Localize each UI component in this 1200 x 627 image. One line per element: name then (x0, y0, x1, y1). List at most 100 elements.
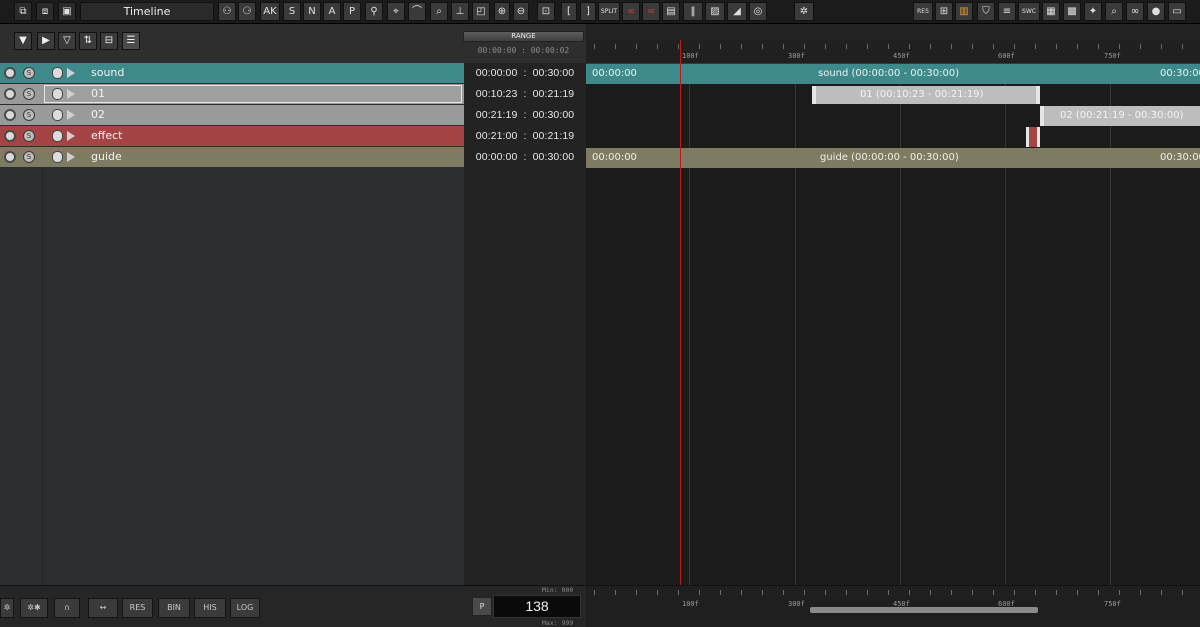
range-in[interactable]: 00:21:19 (476, 109, 518, 121)
track-range-01[interactable]: 00:10:23 : 00:21:19 (464, 84, 586, 104)
s-button[interactable]: S (283, 2, 301, 21)
hierarchy-icon[interactable]: ⊟ (100, 32, 118, 50)
record-icon[interactable]: ◎ (749, 2, 767, 21)
preview-icon[interactable] (67, 89, 75, 99)
film-b-icon[interactable]: ▩ (1063, 2, 1081, 21)
p-button[interactable]: P (343, 2, 361, 21)
track-name[interactable]: 02 (91, 108, 105, 121)
range-in[interactable]: 00:21:00 (476, 130, 518, 142)
fade-icon[interactable]: ◢ (727, 2, 747, 21)
lock-icon[interactable] (52, 67, 63, 79)
range-in[interactable]: 00:10:23 (476, 88, 518, 100)
star-icon[interactable]: ✦ (1084, 2, 1102, 21)
gear-icon[interactable]: ✲ (794, 2, 814, 21)
range-out[interactable]: 00:21:19 (533, 88, 575, 100)
track-row-sound[interactable]: S sound (0, 63, 464, 83)
current-frame-display[interactable]: 138 (493, 595, 581, 618)
lasso-icon[interactable]: ⌒ (408, 2, 426, 21)
split-button[interactable]: SPLIT (598, 2, 620, 21)
preview-icon[interactable] (67, 110, 75, 120)
track-range-02[interactable]: 00:21:19 : 00:30:00 (464, 105, 586, 125)
collapse-all-icon[interactable]: ▼ (14, 32, 32, 50)
pin-icon[interactable]: ⚲ (365, 2, 383, 21)
clip-effect[interactable] (1026, 127, 1040, 147)
swc-button[interactable]: SWC (1018, 2, 1040, 21)
sphere-icon[interactable]: ● (1147, 2, 1165, 21)
track-name[interactable]: sound (91, 66, 124, 79)
bracket-open-button[interactable]: [ (561, 2, 577, 21)
n-button[interactable]: N (303, 2, 321, 21)
timeline-area[interactable]: 100f 300f 450f 600f 750f 00:00:00 sound (00:… (586, 40, 1200, 585)
timeline-scrollbar[interactable] (810, 607, 1038, 613)
fit-icon[interactable]: ⊡ (537, 2, 555, 21)
pen-icon[interactable]: ⊥ (451, 2, 469, 21)
onion-skin-b-icon[interactable]: ⚆ (238, 2, 256, 21)
log-button[interactable]: LOG (230, 598, 260, 618)
key-icon[interactable]: ⌖ (387, 2, 405, 21)
track-row-02[interactable]: S 02 (0, 105, 464, 125)
window-c-icon[interactable]: ▣ (58, 2, 76, 21)
solo-icon[interactable]: S (23, 88, 35, 100)
solo-icon[interactable]: S (23, 130, 35, 142)
track-name[interactable]: effect (91, 129, 122, 142)
solo-icon[interactable]: S (23, 151, 35, 163)
hatch-icon[interactable]: ▨ (705, 2, 725, 21)
zoom-icon[interactable]: ⌕ (430, 2, 448, 21)
visibility-icon[interactable] (4, 130, 16, 142)
visibility-icon[interactable] (4, 88, 16, 100)
remove-icon[interactable]: ⊖ (513, 2, 529, 21)
shield-icon[interactable]: ⛉ (977, 2, 995, 21)
window-a-icon[interactable]: ⧉ (14, 2, 32, 21)
track-name[interactable]: 01 (91, 87, 105, 100)
visibility-icon[interactable] (4, 151, 16, 163)
visibility-icon[interactable] (4, 109, 16, 121)
range-button[interactable]: RANGE (463, 31, 584, 42)
a-button[interactable]: A (323, 2, 341, 21)
solo-icon[interactable]: S (23, 109, 35, 121)
settings-icon[interactable]: ✲ (0, 598, 14, 618)
loop-red-b-icon[interactable]: ∞ (642, 2, 660, 21)
magnet-icon[interactable]: ∩ (54, 598, 80, 618)
track-row-01[interactable]: S 01 (0, 84, 464, 104)
list-icon[interactable]: ☰ (122, 32, 140, 50)
search-icon[interactable]: ⌕ (1105, 2, 1123, 21)
clip-guide[interactable]: 00:00:00 guide (00:00:00 - 00:30:00) 00:… (586, 148, 1200, 168)
arrows-icon[interactable]: ↔ (88, 598, 118, 618)
layout-icon[interactable]: ⊞ (935, 2, 953, 21)
grid-icon[interactable]: ▦ (1042, 2, 1060, 21)
his-button[interactable]: HIS (194, 598, 226, 618)
clip-sound[interactable]: 00:00:00 sound (00:00:00 - 00:30:00) 00:… (586, 64, 1200, 84)
track-range-effect[interactable]: 00:21:00 : 00:21:19 (464, 126, 586, 146)
range-in[interactable]: 00:00:00 (476, 67, 518, 79)
lock-icon[interactable] (52, 130, 63, 142)
collapse-icon[interactable]: ▽ (58, 32, 76, 50)
film-icon[interactable]: ▤ (662, 2, 680, 21)
solo-icon[interactable]: S (23, 67, 35, 79)
onion-skin-icon[interactable]: ⚇ (218, 2, 236, 21)
track-range-guide[interactable]: 00:00:00 : 00:30:00 (464, 147, 586, 167)
window-b-icon[interactable]: ⧈ (36, 2, 54, 21)
range-in[interactable]: 00:00:00 (476, 151, 518, 163)
play-icon[interactable]: ▶ (37, 32, 55, 50)
track-row-guide[interactable]: S guide (0, 147, 464, 167)
sort-icon[interactable]: ⇅ (79, 32, 97, 50)
visibility-icon[interactable] (4, 67, 16, 79)
preview-icon[interactable] (67, 131, 75, 141)
lock-icon[interactable] (52, 109, 63, 121)
bracket-close-button[interactable]: ] (580, 2, 596, 21)
window-d-icon[interactable]: ▭ (1168, 2, 1186, 21)
lock-icon[interactable] (52, 151, 63, 163)
res-toolbar-button[interactable]: RES (913, 2, 933, 21)
clip-01[interactable]: 01 (00:10:23 - 00:21:19) (812, 86, 1040, 104)
p-button[interactable]: P (472, 597, 492, 616)
preview-icon[interactable] (67, 68, 75, 78)
mixer-icon[interactable]: ‖ (683, 2, 703, 21)
preview-icon[interactable] (67, 152, 75, 162)
clip-02[interactable]: 02 (00:21:19 - 00:30:00) (1040, 106, 1200, 126)
glasses-icon[interactable]: ∞ (1126, 2, 1144, 21)
track-name[interactable]: guide (91, 150, 122, 163)
bin-button[interactable]: BIN (158, 598, 190, 618)
top-ruler[interactable]: 100f 300f 450f 600f 750f (586, 40, 1200, 64)
range-out[interactable]: 00:30:00 (533, 151, 575, 163)
transform-icon[interactable]: ◰ (472, 2, 490, 21)
